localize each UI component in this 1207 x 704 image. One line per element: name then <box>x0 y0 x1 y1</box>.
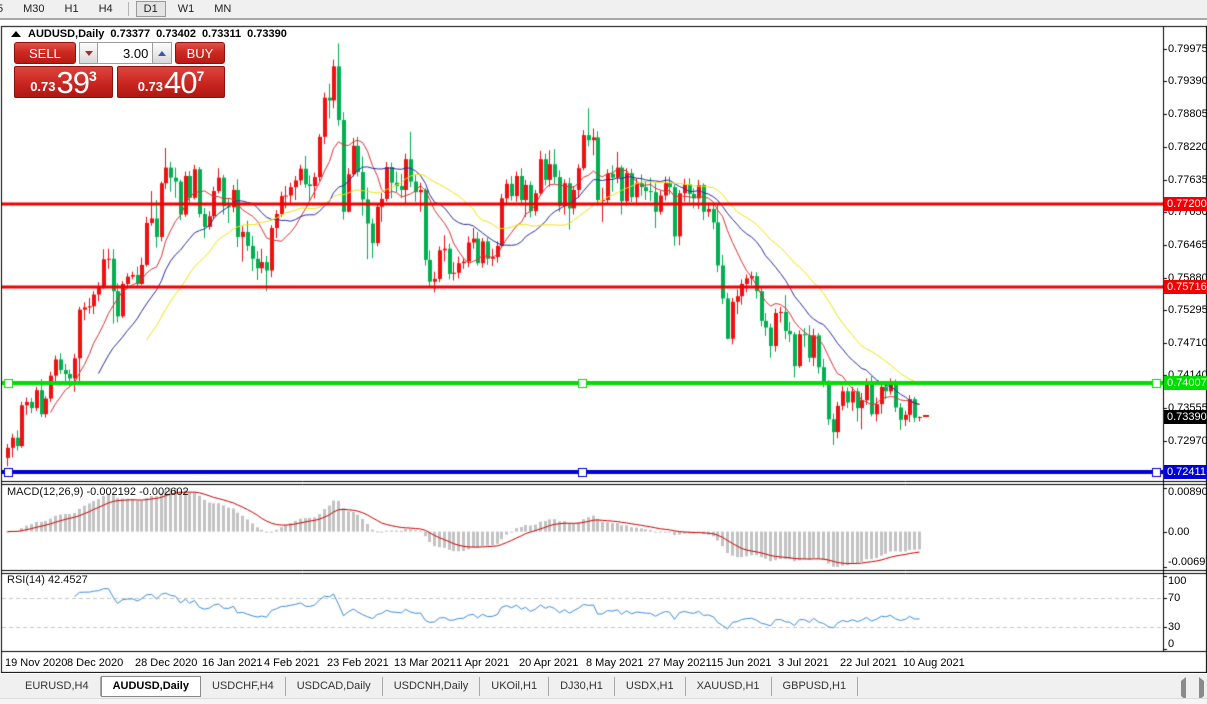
timeframe-mn-button[interactable]: MN <box>206 1 239 17</box>
buy-price-pipette: 7 <box>197 68 205 84</box>
price-chart-canvas[interactable] <box>0 20 1207 673</box>
macd-axis-zero: 0.00 <box>1168 526 1207 538</box>
timeframe-d1-button[interactable]: D1 <box>136 1 166 17</box>
buy-price-prefix: 0.73 <box>138 79 163 94</box>
timeframe-h4-button[interactable]: H4 <box>91 1 121 17</box>
date-axis-label: 1 Apr 2021 <box>456 657 509 669</box>
status-strip <box>0 698 1207 704</box>
chart-tab-usdx[interactable]: USDX,H1 <box>615 677 686 696</box>
macd-indicator-label: MACD(12,26,9) -0.002192 -0.002602 <box>7 486 189 498</box>
rsi-axis-label: 30 <box>1168 621 1207 633</box>
price-axis-label: 0.78805 <box>1168 108 1207 120</box>
chevron-right-icon <box>1199 677 1204 700</box>
chart-tab-audusd[interactable]: AUDUSD,Daily <box>101 676 201 697</box>
chart-tab-usdcnh[interactable]: USDCNH,Daily <box>383 677 481 696</box>
sell-price-pipette: 3 <box>89 68 97 84</box>
sell-button[interactable]: SELL <box>14 42 76 64</box>
low-value: 0.73311 <box>202 28 241 40</box>
arrow-down-icon <box>85 51 93 56</box>
price-axis-label: 0.79390 <box>1168 75 1207 87</box>
chart-tab-gbpusd[interactable]: GBPUSD,H1 <box>772 677 859 696</box>
date-axis-label: 19 Nov 2020 <box>5 657 67 669</box>
date-axis-label: 16 Jan 2021 <box>202 657 263 669</box>
tab-scroll-right-button[interactable] <box>1194 681 1207 693</box>
macd-signal-value: -0.002602 <box>139 486 189 498</box>
ohlc-readout: AUDUSD,Daily 0.73377 0.73402 0.73311 0.7… <box>11 27 293 41</box>
one-click-trading-panel: SELL BUY 0.73 39 3 0.73 40 7 <box>14 42 225 98</box>
rsi-indicator-label: RSI(14) 42.4527 <box>7 574 88 586</box>
current-price-tag: 0.73390 <box>1164 410 1207 424</box>
sell-price-big: 39 <box>57 69 89 97</box>
chart-tab-usdcad[interactable]: USDCAD,Daily <box>286 677 383 696</box>
volume-decrease-button[interactable] <box>79 42 99 64</box>
sell-price-tile[interactable]: 0.73 39 3 <box>14 66 113 98</box>
date-axis-label: 13 Mar 2021 <box>394 657 456 669</box>
open-value: 0.73377 <box>110 28 150 40</box>
chart-tab-xauusd[interactable]: XAUUSD,H1 <box>686 677 772 696</box>
buy-price-big: 40 <box>164 69 196 97</box>
timeframe-m30-button[interactable]: M30 <box>15 1 52 17</box>
price-axis-label: 0.77635 <box>1168 174 1207 186</box>
date-axis-label: 20 Apr 2021 <box>519 657 578 669</box>
price-line-tag: 0.77200 <box>1164 197 1207 211</box>
rsi-axis-label: 0 <box>1168 638 1207 650</box>
price-axis-label: 0.72970 <box>1168 435 1207 447</box>
date-axis-label: 8 Dec 2020 <box>67 657 123 669</box>
volume-increase-button[interactable] <box>152 42 172 64</box>
price-line-tag: 0.75716 <box>1164 280 1207 294</box>
price-line-tag: 0.74007 <box>1164 376 1207 390</box>
date-axis-label: 3 Jul 2021 <box>778 657 829 669</box>
chart-tab-dj30[interactable]: DJ30,H1 <box>549 677 615 696</box>
timeframe-w1-button[interactable]: W1 <box>170 1 203 17</box>
macd-main-value: -0.002192 <box>86 486 136 498</box>
chart-symbol-label: AUDUSD,Daily <box>28 28 104 40</box>
buy-price-tile[interactable]: 0.73 40 7 <box>117 66 225 98</box>
date-axis-label: 10 Aug 2021 <box>903 657 965 669</box>
buy-button[interactable]: BUY <box>175 42 225 64</box>
close-value: 0.73390 <box>247 28 287 40</box>
date-axis-label: 15 Jun 2021 <box>711 657 772 669</box>
macd-axis-min: -0.006977 <box>1168 556 1207 568</box>
date-axis-label: 27 May 2021 <box>648 657 712 669</box>
rsi-axis-label: 70 <box>1168 592 1207 604</box>
price-axis-label: 0.79975 <box>1168 43 1207 55</box>
collapse-triangle-icon[interactable] <box>11 31 21 37</box>
volume-input[interactable] <box>98 42 152 64</box>
chart-tab-bar: EURUSD,H4AUDUSD,DailyUSDCHF,H4USDCAD,Dai… <box>0 674 1207 698</box>
timeframe-h1-button[interactable]: H1 <box>57 1 87 17</box>
date-axis-label: 4 Feb 2021 <box>264 657 320 669</box>
rsi-value: 42.4527 <box>48 574 88 586</box>
price-axis-label: 0.76465 <box>1168 239 1207 251</box>
macd-axis-max: 0.008903 <box>1168 486 1207 498</box>
high-value: 0.73402 <box>156 28 196 40</box>
date-axis-label: 23 Feb 2021 <box>327 657 389 669</box>
date-axis-label: 8 May 2021 <box>586 657 643 669</box>
sell-price-prefix: 0.73 <box>30 79 55 94</box>
rsi-axis-label: 100 <box>1168 575 1207 587</box>
timeframe-toolbar: 5 M30 H1 H4 D1 W1 MN <box>0 0 1207 20</box>
timeframe-m5-button[interactable]: 5 <box>0 1 11 17</box>
date-axis-label: 28 Dec 2020 <box>135 657 197 669</box>
chart-tab-usdchf[interactable]: USDCHF,H4 <box>201 677 286 696</box>
chart-tab-ukoil[interactable]: UKOil,H1 <box>480 677 549 696</box>
toolbar-separator <box>128 2 129 16</box>
price-axis-label: 0.74710 <box>1168 337 1207 349</box>
arrow-up-icon <box>158 51 166 56</box>
price-axis-label: 0.75295 <box>1168 304 1207 316</box>
chevron-left-icon <box>1181 677 1186 700</box>
price-line-tag: 0.72411 <box>1164 465 1207 479</box>
date-axis-label: 22 Jul 2021 <box>840 657 897 669</box>
chart-tab-eurusd[interactable]: EURUSD,H4 <box>14 677 101 696</box>
tab-scroll-left-button[interactable] <box>1176 681 1190 693</box>
price-axis-label: 0.78220 <box>1168 141 1207 153</box>
